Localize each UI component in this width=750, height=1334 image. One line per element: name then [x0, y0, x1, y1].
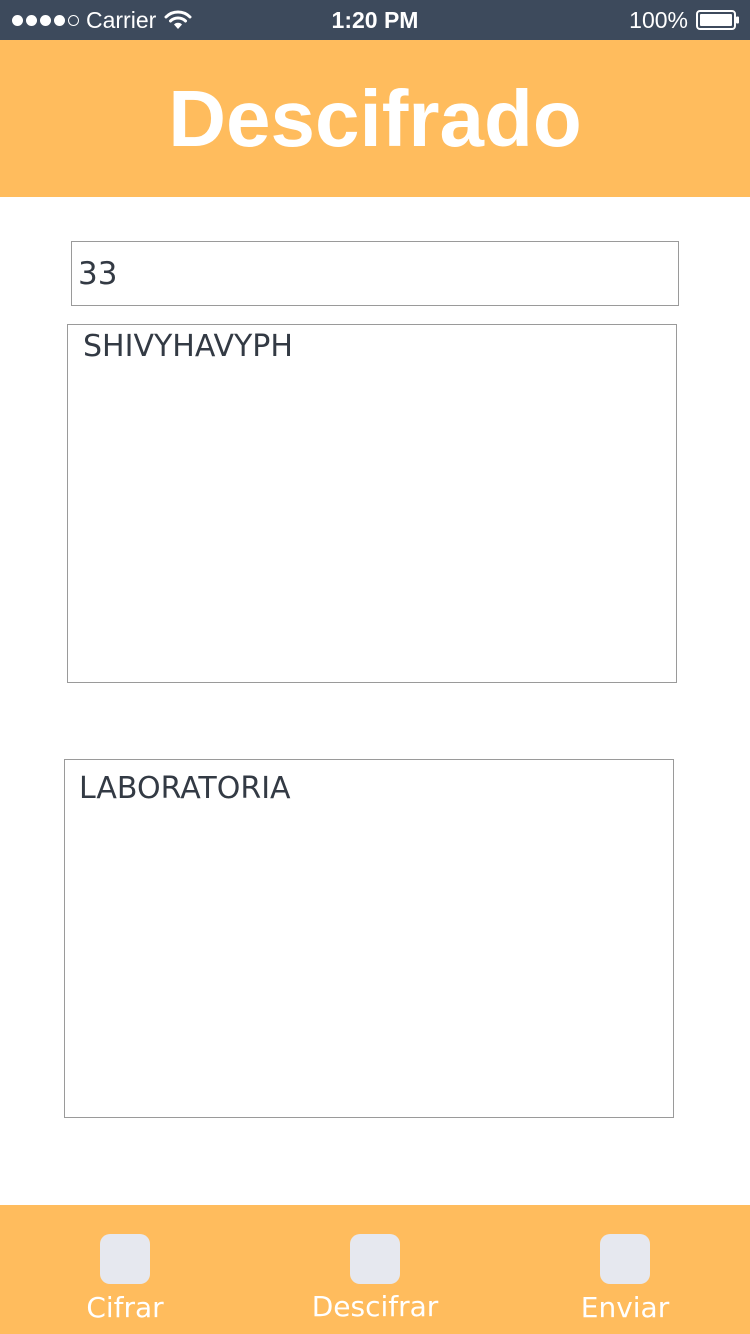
cifrar-icon — [100, 1234, 150, 1284]
status-left: Carrier — [12, 0, 192, 40]
battery-percent: 100% — [629, 6, 688, 33]
battery-icon — [696, 10, 740, 30]
status-right: 100% — [629, 0, 740, 40]
tab-cifrar[interactable]: Cifrar — [0, 1205, 250, 1334]
enviar-icon — [600, 1234, 650, 1284]
descifrar-icon — [350, 1234, 400, 1284]
tab-descifrar[interactable]: Descifrar — [250, 1205, 500, 1334]
signal-dot — [40, 14, 51, 26]
signal-dot — [54, 14, 65, 26]
page-title: Descifrado — [168, 73, 582, 163]
signal-strength-icon — [12, 14, 79, 26]
tab-enviar[interactable]: Enviar — [500, 1205, 750, 1334]
signal-dot — [26, 14, 37, 26]
signal-dot — [12, 14, 23, 26]
status-bar: Carrier 1:20 PM 100% — [0, 0, 750, 40]
key-input[interactable] — [71, 241, 679, 306]
tab-cifrar-label: Cifrar — [86, 1291, 164, 1324]
header: Descifrado — [0, 40, 750, 197]
signal-dot-empty — [68, 14, 79, 26]
plain-text-area[interactable]: LABORATORIA — [64, 759, 674, 1118]
tab-enviar-label: Enviar — [580, 1291, 670, 1324]
tab-bar: Cifrar Descifrar Enviar — [0, 1205, 750, 1334]
cipher-text-area[interactable]: SHIVYHAVYPH — [67, 324, 677, 683]
wifi-icon — [164, 10, 192, 30]
carrier-label: Carrier — [86, 6, 157, 33]
tab-descifrar-label: Descifrar — [311, 1290, 439, 1323]
